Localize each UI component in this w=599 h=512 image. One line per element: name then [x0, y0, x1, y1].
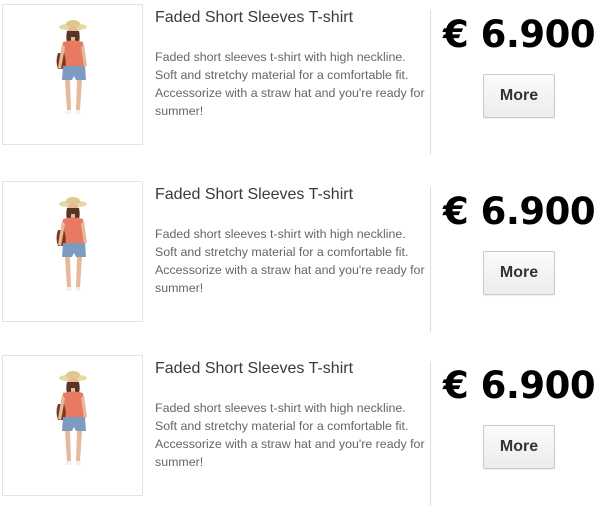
product-price: € 6.900 — [443, 190, 596, 233]
product-model-photo-icon — [56, 20, 87, 114]
more-button[interactable]: More — [483, 74, 555, 118]
product-item: Faded Short Sleeves T-shirt Faded short … — [0, 351, 599, 511]
product-title[interactable]: Faded Short Sleeves T-shirt — [155, 8, 353, 27]
product-image[interactable] — [2, 4, 143, 145]
divider — [430, 361, 431, 506]
product-title[interactable]: Faded Short Sleeves T-shirt — [155, 185, 353, 204]
divider — [430, 10, 431, 155]
product-price: € 6.900 — [443, 364, 596, 407]
product-price: € 6.900 — [443, 13, 596, 56]
product-model-photo-icon — [56, 371, 87, 465]
product-list: Faded Short Sleeves T-shirt Faded short … — [0, 0, 599, 512]
product-title[interactable]: Faded Short Sleeves T-shirt — [155, 359, 353, 378]
product-model-photo-icon — [56, 197, 87, 291]
product-item: Faded Short Sleeves T-shirt Faded short … — [0, 0, 599, 160]
product-image[interactable] — [2, 181, 143, 322]
product-item: Faded Short Sleeves T-shirt Faded short … — [0, 177, 599, 337]
divider — [430, 187, 431, 332]
product-description: Faded short sleeves t-shirt with high ne… — [155, 401, 425, 469]
more-button[interactable]: More — [483, 425, 555, 469]
more-button[interactable]: More — [483, 251, 555, 295]
product-description: Faded short sleeves t-shirt with high ne… — [155, 227, 425, 295]
product-description: Faded short sleeves t-shirt with high ne… — [155, 50, 425, 118]
product-image[interactable] — [2, 355, 143, 496]
